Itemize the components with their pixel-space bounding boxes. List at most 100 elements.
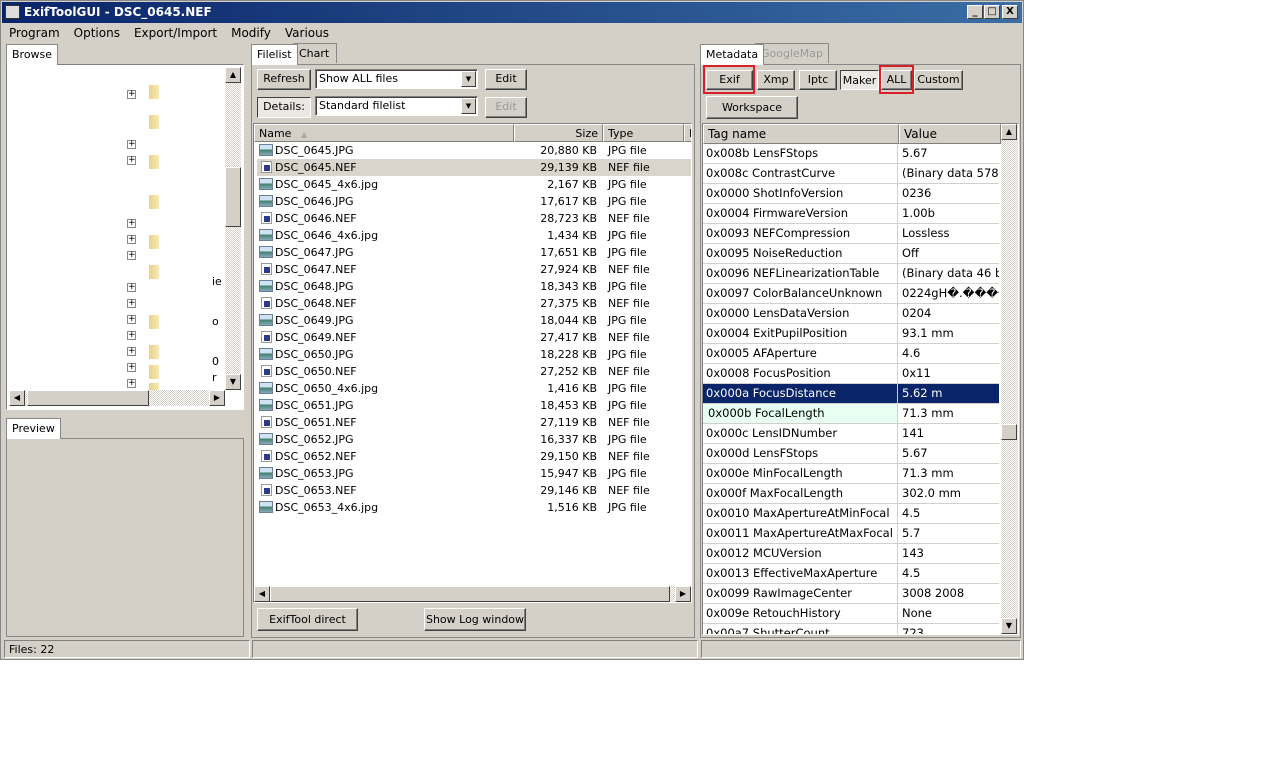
tree-hscrollbar[interactable]: ◀ ▶ [9, 390, 225, 406]
edit-filter-button[interactable]: Edit [485, 69, 527, 90]
metadata-vscrollbar[interactable]: ▲ ▼ [1001, 124, 1018, 634]
menu-program[interactable]: Program [1, 24, 66, 42]
file-row[interactable]: DSC_0653.NEF 29,146 KB NEF file [257, 482, 691, 499]
expand-icon[interactable]: + [127, 347, 136, 356]
column-name[interactable]: Name ▲ [254, 124, 514, 142]
chevron-down-icon[interactable]: ▼ [461, 98, 476, 114]
file-filter-select[interactable]: Show ALL files ▼ [315, 69, 478, 89]
exiftool-direct-button[interactable]: ExifTool direct [257, 608, 358, 631]
metadata-row[interactable]: 0x008c ContrastCurve (Binary data 578 byt… [703, 164, 999, 184]
custom-button[interactable]: Custom [914, 70, 963, 90]
metadata-row[interactable]: 0x0010 MaxApertureAtMinFocal 4.5 [703, 504, 999, 524]
column-date[interactable]: D [684, 124, 691, 142]
metadata-row[interactable]: 0x0000 ShotInfoVersion 0236 [703, 184, 999, 204]
expand-icon[interactable]: + [127, 251, 136, 260]
scroll-right-icon[interactable]: ▶ [675, 586, 691, 602]
tree-item-label[interactable]: ie [212, 275, 222, 288]
metadata-row[interactable]: 0x0095 NoiseReduction Off [703, 244, 999, 264]
file-row[interactable]: DSC_0646.NEF 28,723 KB NEF file [257, 210, 691, 227]
file-row[interactable]: DSC_0645_4x6.jpg 2,167 KB JPG file [257, 176, 691, 193]
tab-preview[interactable]: Preview [6, 418, 61, 439]
minimize-button[interactable]: _ [967, 5, 983, 19]
file-row[interactable]: DSC_0648.JPG 18,343 KB JPG file [257, 278, 691, 295]
tree-item-label[interactable]: o [212, 315, 219, 328]
tab-browse[interactable]: Browse [6, 44, 59, 65]
menu-modify[interactable]: Modify [223, 24, 277, 42]
metadata-row[interactable]: 0x0000 LensDataVersion 0204 [703, 304, 999, 324]
filelist-hscrollbar[interactable]: ◀ ▶ [254, 586, 691, 602]
metadata-row[interactable]: 0x0093 NEFCompression Lossless [703, 224, 999, 244]
scroll-right-icon[interactable]: ▶ [209, 390, 225, 406]
tree-item-label[interactable]: 0 [212, 355, 219, 368]
column-type[interactable]: Type [603, 124, 684, 142]
scroll-thumb[interactable] [225, 167, 241, 227]
tab-filelist[interactable]: Filelist [251, 44, 298, 65]
metadata-table[interactable]: Tag name Value 0x008b LensFStops 5.67 0x00… [702, 123, 1019, 635]
xmp-button[interactable]: Xmp [757, 70, 795, 90]
menu-options[interactable]: Options [66, 24, 126, 42]
metadata-row[interactable]: 0x0099 RawImageCenter 3008 2008 [703, 584, 999, 604]
folder-tree[interactable]: + + + + + + + + + + + + + ie o 0 r ▲ ▼ ◀ ▶ [6, 64, 244, 410]
file-row[interactable]: DSC_0647.JPG 17,651 KB JPG file [257, 244, 691, 261]
maximize-button[interactable]: □ [984, 5, 1000, 19]
expand-icon[interactable]: + [127, 90, 136, 99]
scroll-left-icon[interactable]: ◀ [9, 390, 25, 406]
file-row[interactable]: DSC_0650.JPG 18,228 KB JPG file [257, 346, 691, 363]
expand-icon[interactable]: + [127, 235, 136, 244]
metadata-row[interactable]: 0x0005 AFAperture 4.6 [703, 344, 999, 364]
metadata-row[interactable]: 0x000d LensFStops 5.67 [703, 444, 999, 464]
tree-item-label[interactable]: r [212, 371, 217, 384]
menu-various[interactable]: Various [277, 24, 335, 42]
iptc-button[interactable]: Iptc [799, 70, 837, 90]
file-row[interactable]: DSC_0646_4x6.jpg 1,434 KB JPG file [257, 227, 691, 244]
column-value[interactable]: Value [899, 124, 1001, 144]
view-mode-select[interactable]: Standard filelist ▼ [315, 96, 478, 116]
file-row[interactable]: DSC_0646.JPG 17,617 KB JPG file [257, 193, 691, 210]
file-row[interactable]: DSC_0652.NEF 29,150 KB NEF file [257, 448, 691, 465]
file-row[interactable]: DSC_0650.NEF 27,252 KB NEF file [257, 363, 691, 380]
tab-chart[interactable]: Chart [293, 43, 337, 63]
details-toggle-button[interactable]: Details: [257, 97, 311, 118]
file-list[interactable]: Name ▲ Size Type D DSC_0645.JPG 20,880 K… [253, 123, 692, 603]
metadata-row[interactable]: 0x000e MinFocalLength 71.3 mm [703, 464, 999, 484]
chevron-down-icon[interactable]: ▼ [461, 71, 476, 87]
metadata-row[interactable]: 0x000a FocusDistance 5.62 m [703, 384, 999, 404]
metadata-row[interactable]: 0x0011 MaxApertureAtMaxFocal 5.7 [703, 524, 999, 544]
file-row[interactable]: DSC_0650_4x6.jpg 1,416 KB JPG file [257, 380, 691, 397]
tree-vscrollbar[interactable]: ▲ ▼ [225, 67, 241, 390]
metadata-row[interactable]: 0x0004 ExitPupilPosition 93.1 mm [703, 324, 999, 344]
expand-icon[interactable]: + [127, 379, 136, 388]
metadata-row[interactable]: 0x0097 ColorBalanceUnknown 0224gH�.���� [703, 284, 999, 304]
metadata-row[interactable]: 0x000c LensIDNumber 141 [703, 424, 999, 444]
file-row[interactable]: DSC_0649.NEF 27,417 KB NEF file [257, 329, 691, 346]
tab-googlemap[interactable]: GoogleMap [755, 43, 830, 63]
file-row[interactable]: DSC_0651.NEF 27,119 KB NEF file [257, 414, 691, 431]
scroll-thumb[interactable] [270, 586, 670, 602]
file-row[interactable]: DSC_0645.JPG 20,880 KB JPG file [257, 142, 691, 159]
metadata-row[interactable]: 0x000b FocalLength 71.3 mm [703, 404, 999, 424]
column-tag-name[interactable]: Tag name [703, 124, 899, 144]
expand-icon[interactable]: + [127, 283, 136, 292]
file-row[interactable]: DSC_0647.NEF 27,924 KB NEF file [257, 261, 691, 278]
file-row[interactable]: DSC_0653_4x6.jpg 1,516 KB JPG file [257, 499, 691, 516]
expand-icon[interactable]: + [127, 140, 136, 149]
scroll-down-icon[interactable]: ▼ [225, 374, 241, 390]
scroll-thumb[interactable] [27, 390, 149, 406]
metadata-row[interactable]: 0x00a7 ShutterCount 723 [703, 624, 999, 634]
expand-icon[interactable]: + [127, 331, 136, 340]
workspace-button[interactable]: Workspace [706, 96, 798, 119]
metadata-row[interactable]: 0x008b LensFStops 5.67 [703, 144, 999, 164]
edit-view-button[interactable]: Edit [485, 97, 527, 118]
maker-button[interactable]: Maker [840, 70, 879, 90]
tab-metadata[interactable]: Metadata [700, 44, 765, 65]
metadata-row[interactable]: 0x0008 FocusPosition 0x11 [703, 364, 999, 384]
file-row[interactable]: DSC_0648.NEF 27,375 KB NEF file [257, 295, 691, 312]
metadata-row[interactable]: 0x0004 FirmwareVersion 1.00b [703, 204, 999, 224]
column-size[interactable]: Size [514, 124, 603, 142]
close-button[interactable]: X [1002, 5, 1018, 19]
file-row[interactable]: DSC_0645.NEF 29,139 KB NEF file [257, 159, 691, 176]
file-row[interactable]: DSC_0651.JPG 18,453 KB JPG file [257, 397, 691, 414]
show-log-window-button[interactable]: Show Log window [424, 608, 526, 631]
scroll-up-icon[interactable]: ▲ [225, 67, 241, 83]
expand-icon[interactable]: + [127, 299, 136, 308]
